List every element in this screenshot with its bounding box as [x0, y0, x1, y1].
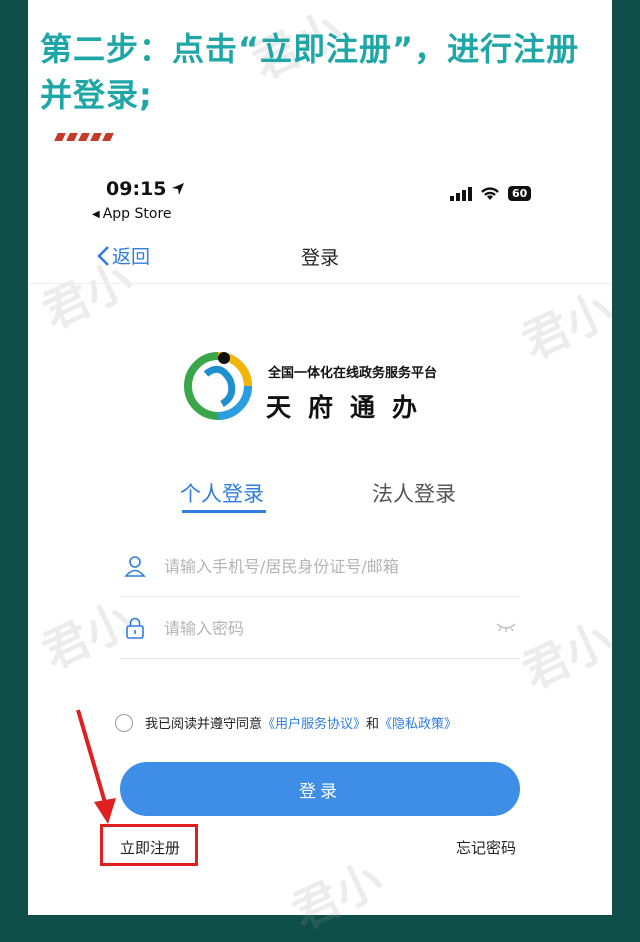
status-time: 09:15	[106, 178, 186, 200]
brand-subtitle: 全国一体化在线政务服务平台	[268, 366, 438, 381]
user-agreement-link[interactable]: 《用户服务协议》	[262, 713, 366, 732]
login-button[interactable]: 登录	[120, 762, 520, 816]
agreement-row: 我已阅读并遵守同意 《用户服务协议》 和 《隐私政策》	[115, 713, 457, 732]
red-arrow-annotation	[76, 709, 116, 824]
decorative-dashes	[54, 133, 116, 141]
register-button[interactable]: 立即注册	[120, 837, 180, 858]
password-field	[120, 598, 520, 659]
tab-legal-login[interactable]: 法人登录	[372, 478, 456, 508]
agreement-and: 和	[366, 717, 380, 732]
forgot-password-link[interactable]: 忘记密码	[456, 837, 516, 858]
tab-personal-login[interactable]: 个人登录	[180, 478, 264, 508]
tianfu-logo	[184, 352, 252, 420]
account-field	[120, 536, 520, 597]
wifi-icon	[481, 186, 499, 200]
signal-icon	[450, 186, 472, 201]
active-tab-indicator	[182, 510, 266, 513]
instruction-heading: 第二步：点击“立即注册”，进行注册 并登录;	[40, 26, 600, 118]
back-to-app-store[interactable]: ◀ App Store	[92, 206, 172, 222]
nav-divider	[28, 283, 612, 284]
back-triangle-icon: ◀	[92, 208, 100, 220]
account-input[interactable]	[162, 555, 486, 577]
instruction-line-2: 并登录;	[40, 76, 153, 114]
brand-name: 天府通办	[266, 393, 435, 422]
user-icon	[124, 556, 146, 577]
back-app-label: App Store	[102, 206, 172, 222]
privacy-policy-link[interactable]: 《隐私政策》	[379, 713, 457, 732]
agreement-prefix: 我已阅读并遵守同意	[145, 717, 263, 732]
status-time-text: 09:15	[106, 178, 167, 200]
eye-closed-icon[interactable]	[496, 620, 516, 634]
password-input[interactable]	[162, 617, 486, 639]
page-title: 登录	[300, 247, 339, 269]
status-indicators: 60	[450, 186, 532, 201]
battery-level: 60	[508, 186, 532, 201]
lock-icon	[126, 617, 144, 639]
instruction-line-1: 第二步：点击“立即注册”，进行注册	[40, 30, 580, 68]
location-arrow-icon	[172, 183, 185, 195]
